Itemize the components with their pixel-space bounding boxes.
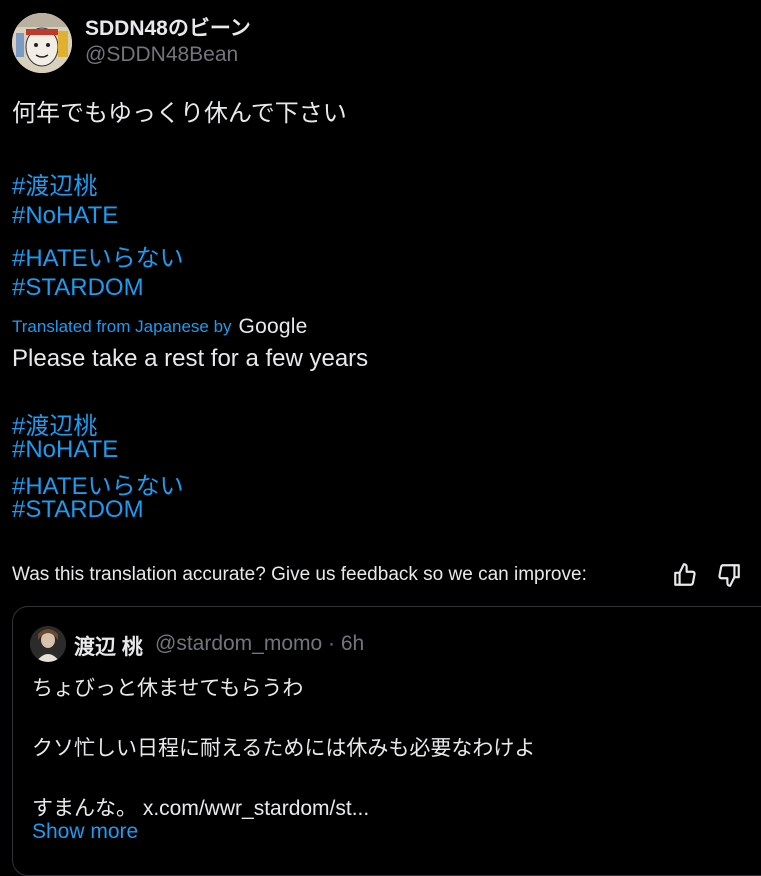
hashtag-link[interactable]: #HATEいらない (12, 238, 184, 273)
quoted-text-line: すまんな。 x.com/wwr_stardom/st... (32, 792, 369, 822)
translation-attribution: Translated from Japanese by Google (12, 313, 307, 341)
quoted-author-name[interactable]: 渡辺 桃 (74, 631, 143, 661)
quoted-tweet-link[interactable]: x.com/wwr_stardom/st... (143, 797, 369, 820)
author-handle[interactable]: @SDDN48Bean (85, 43, 238, 67)
translation-feedback-prompt: Was this translation accurate? Give us f… (12, 564, 587, 585)
quoted-text-line: ちょびっと休ませてもらうわ (32, 677, 304, 700)
quoted-text-sorry: すまんな。 (32, 797, 137, 820)
quoted-author-handle-time[interactable]: @stardom_momo · 6h (155, 632, 364, 656)
translated-text: Please take a rest for a few years (12, 345, 369, 372)
thumbs-up-icon[interactable] (672, 562, 698, 588)
hashtag-link[interactable]: #渡辺桃 (12, 166, 97, 201)
tweet-text: 何年でもゆっくり休んで下さい (12, 100, 347, 127)
author-display-name[interactable]: SDDN48のビーン (85, 12, 251, 42)
quoted-text-line: クソ忙しい日程に耐えるためには休みも必要なわけよ (32, 737, 536, 760)
thumbs-down-icon[interactable] (716, 562, 742, 588)
translated-from-label: Translated from Japanese by (12, 317, 232, 336)
author-avatar[interactable] (12, 13, 72, 73)
translated-hashtag-link[interactable]: #STARDOM (12, 496, 144, 524)
translated-hashtag-link[interactable]: #NoHATE (12, 436, 118, 464)
show-more-link[interactable]: Show more (32, 820, 138, 844)
hashtag-link[interactable]: #STARDOM (12, 274, 144, 302)
google-logo: Google (238, 315, 308, 338)
hashtag-link[interactable]: #NoHATE (12, 202, 118, 230)
quoted-author-avatar[interactable] (30, 626, 66, 662)
